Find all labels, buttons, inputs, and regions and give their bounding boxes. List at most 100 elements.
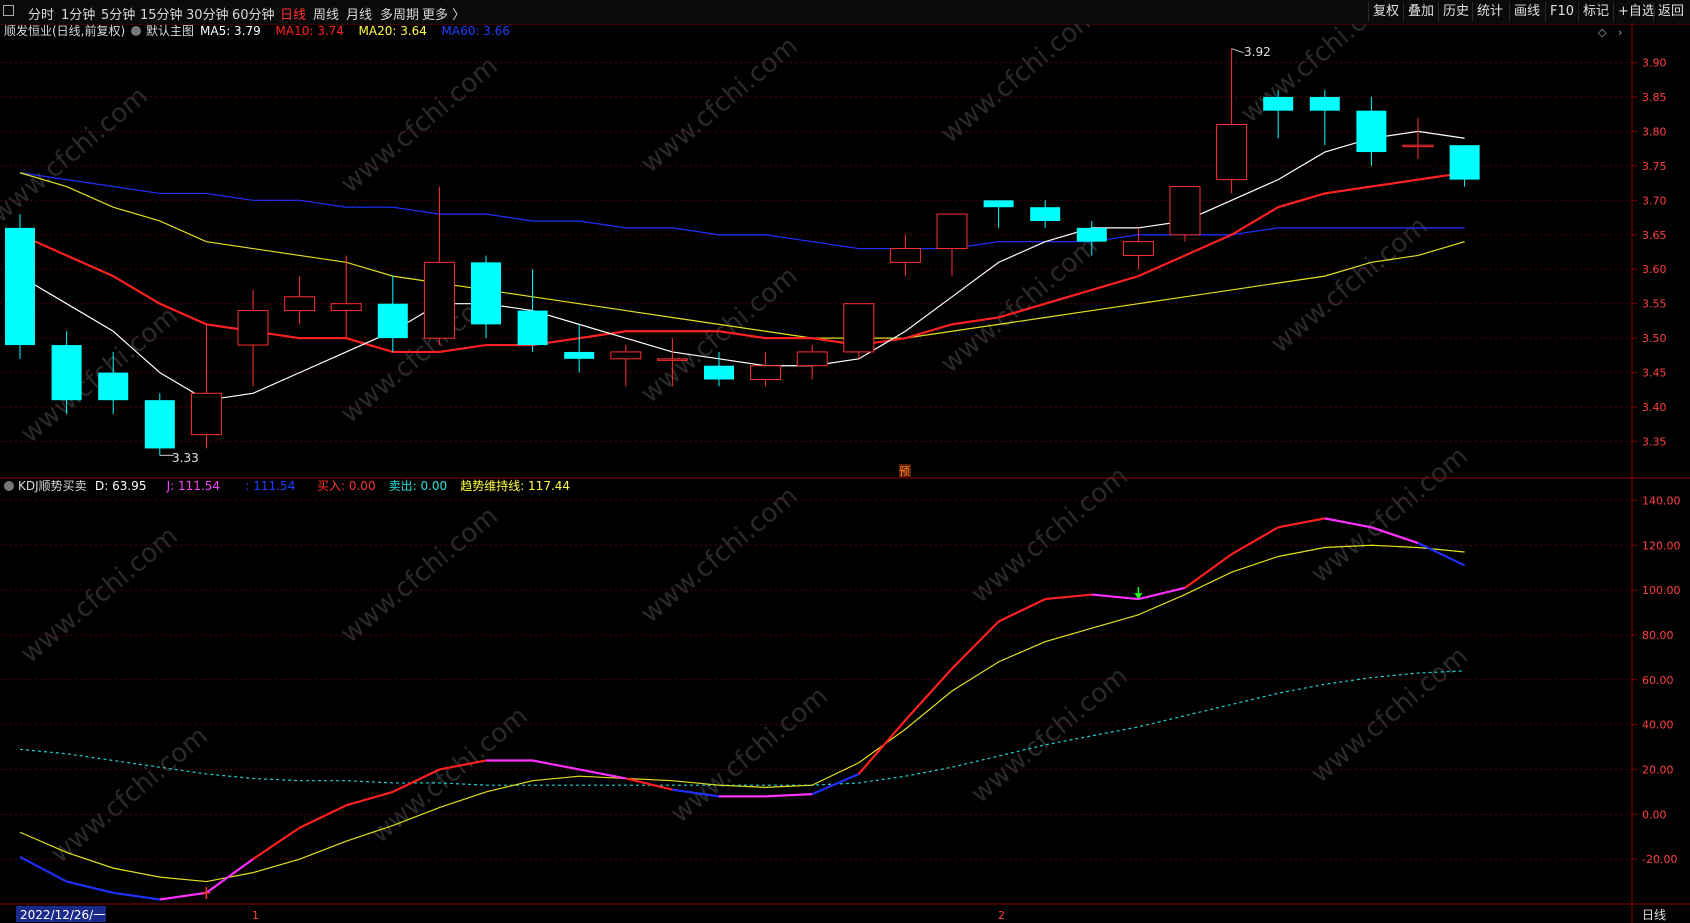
price-tick-label-4: 3.70: [1642, 194, 1667, 207]
candle-body-5: [237, 310, 269, 346]
candle-body-23: [1076, 227, 1107, 242]
candle-body-26: [1216, 123, 1248, 181]
period-tab-3[interactable]: 15分钟: [140, 4, 183, 23]
kdj-k-seg-23: [1091, 593, 1139, 601]
period-tab-1[interactable]: 1分钟: [61, 4, 95, 23]
toolbar-button-8[interactable]: 返回: [1653, 2, 1688, 22]
candle-body-18: [843, 303, 875, 353]
candle-body-13: [610, 351, 642, 360]
period-tab-5[interactable]: 60分钟: [232, 4, 275, 23]
period-label: 日线: [1642, 908, 1666, 922]
kdj-k-seg-18: [857, 719, 907, 775]
kdj-settings-icon[interactable]: [4, 481, 14, 491]
candle-body-21: [983, 200, 1014, 208]
watermark-9: www.cfchi.com: [1265, 211, 1434, 359]
candle-body-12: [564, 351, 595, 359]
kdj-legend: D: 63.95 J: 111.54: 111.54 买入: 0.00 卖出: 0.0…: [95, 478, 570, 493]
watermark-3: www.cfchi.com: [935, 24, 1104, 149]
toolbar-button-2[interactable]: 历史: [1438, 2, 1473, 22]
period-toolbar: 分时 1分钟 5分钟 15分钟 30分钟 60分钟 日线 周线 月线 多周期 更多 〉 复权 叠加 历史…: [0, 0, 1690, 25]
watermark-12: www.cfchi.com: [635, 481, 804, 629]
watermark-18: www.cfchi.com: [965, 661, 1134, 809]
kdj-trend-line: [19, 544, 1465, 883]
watermark-19: www.cfchi.com: [1305, 641, 1474, 789]
period-tab-0[interactable]: 分时: [28, 4, 54, 23]
diamond-icon[interactable]: ◇: [1598, 26, 1607, 39]
month-mark-2: 2: [998, 909, 1005, 922]
max-price-label: 3.92: [1244, 45, 1271, 59]
candle-body-8: [377, 303, 408, 339]
candle-body-29: [1356, 110, 1387, 153]
watermark-10: www.cfchi.com: [15, 521, 184, 669]
kdj-k-seg-21: [998, 598, 1046, 623]
kdj-k-seg-11: [532, 759, 580, 771]
price-tick-label-7: 3.55: [1642, 298, 1667, 311]
menu-square-icon[interactable]: [3, 5, 14, 16]
pre-badge: 预: [899, 465, 910, 478]
ma-lines: [19, 130, 1465, 401]
stock-chart[interactable]: www.cfchi.com www.cfchi.com www.cfchi.com w…: [0, 24, 1690, 923]
watermark-layer: www.cfchi.com www.cfchi.com www.cfchi.com w…: [0, 24, 1474, 869]
watermark-7: www.cfchi.com: [635, 261, 804, 409]
price-tick-label-11: 3.35: [1642, 436, 1667, 449]
kdj-k-seg-6: [299, 804, 347, 829]
watermark-14: www.cfchi.com: [1305, 441, 1474, 589]
watermark-2: www.cfchi.com: [635, 31, 804, 179]
kdj-tick-label-2: 100.00: [1642, 584, 1681, 597]
settings-icon[interactable]: [131, 26, 141, 36]
candle-body-24: [1122, 241, 1154, 256]
period-tab-8[interactable]: 月线: [346, 4, 372, 23]
kdj-k-seg-2: [113, 891, 160, 901]
kdj-tick-label-0: 140.00: [1642, 494, 1681, 507]
kdj-k-seg-22: [1045, 593, 1092, 601]
candle-body-4: [190, 392, 222, 436]
toolbar-button-1[interactable]: 叠加: [1403, 2, 1438, 22]
candle-body-17: [796, 351, 828, 367]
ma60-line: [19, 172, 1465, 250]
candle-body-9: [423, 261, 455, 339]
ma-legend-2: MA20: 3.64: [359, 24, 427, 38]
kdj-legend-2: : 111.54: [245, 479, 295, 493]
candle-body-16: [750, 365, 782, 381]
ma-legend: MA5: 3.79 MA10: 3.74 MA20: 3.64 MA60: 3.66: [200, 24, 510, 38]
kdj-k-seg-16: [765, 793, 813, 798]
toolbar-button-3[interactable]: 统计: [1472, 2, 1507, 22]
price-tick-label-1: 3.85: [1642, 91, 1667, 104]
candle-body-10: [471, 262, 501, 325]
candle-body-28: [1309, 96, 1340, 111]
candle-body-19: [889, 248, 921, 263]
watermark-16: www.cfchi.com: [365, 701, 534, 849]
watermark-0: www.cfchi.com: [0, 81, 154, 229]
kdj-tick-label-7: 0.00: [1642, 808, 1667, 821]
price-tick-label-5: 3.65: [1642, 229, 1667, 242]
period-tab-9[interactable]: 多周期: [380, 4, 419, 23]
period-tab-4[interactable]: 30分钟: [186, 4, 229, 23]
period-tab-2[interactable]: 5分钟: [101, 4, 135, 23]
toolbar-button-5[interactable]: F10: [1545, 2, 1578, 22]
date-cursor: 2022/12/26/一: [20, 908, 105, 922]
price-tick-label-3: 3.75: [1642, 160, 1667, 173]
bottom-bar: 2022/12/26/一 1 2 日线: [16, 906, 1666, 922]
candle-body-2: [98, 372, 129, 401]
period-tab-6[interactable]: 日线: [280, 4, 306, 23]
price-tick-label-10: 3.40: [1642, 401, 1667, 414]
chart-name: 默认主图: [146, 24, 194, 38]
candle-body-6: [284, 296, 316, 312]
kdj-tick-label-3: 80.00: [1642, 629, 1674, 642]
kdj-tick-label-1: 120.00: [1642, 539, 1681, 552]
toolbar-button-4[interactable]: 画线: [1509, 2, 1544, 22]
price-tick-label-9: 3.45: [1642, 367, 1667, 380]
kdj-k-seg-3: [159, 891, 207, 901]
period-tab-7[interactable]: 周线: [313, 4, 339, 23]
candle-body-27: [1263, 96, 1294, 111]
ma-legend-0: MA5: 3.79: [200, 24, 261, 38]
kdj-k-seg-5: [252, 826, 301, 861]
kdj-k-seg-7: [345, 790, 394, 807]
period-tab-10[interactable]: 更多 〉: [422, 4, 465, 23]
toolbar-button-6[interactable]: 标记: [1578, 2, 1613, 22]
candle-body-22: [1030, 207, 1061, 221]
right-arrow-icon[interactable]: ›: [1618, 26, 1622, 39]
kdj-k-seg-4: [205, 858, 254, 894]
max-marker: [1231, 48, 1244, 54]
toolbar-button-0[interactable]: 复权: [1368, 2, 1403, 22]
